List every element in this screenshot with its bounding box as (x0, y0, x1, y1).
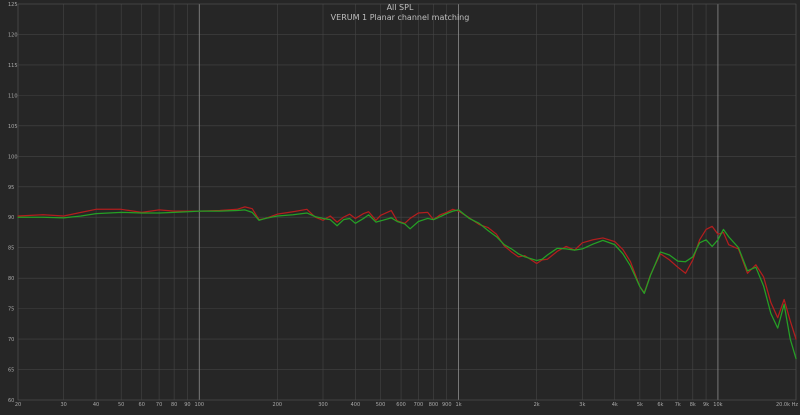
y-tick-label: 75 (8, 307, 14, 313)
y-tick-label: 105 (8, 124, 18, 130)
x-tick-label: 20 (15, 402, 21, 408)
x-tick-label: 200 (273, 402, 283, 408)
x-tick-label: 300 (318, 402, 328, 408)
x-tick-label: 6k (657, 402, 663, 408)
x-tick-label: 700 (414, 402, 424, 408)
x-tick-label: 5k (637, 402, 643, 408)
x-tick-label: 70 (156, 402, 162, 408)
y-tick-label: 125 (8, 2, 18, 8)
x-tick-label: 8k (690, 402, 696, 408)
frequency-response-chart: 60 65 70 75 80 85 90 95 100 105 110 115 120 125 20 30 40… (0, 0, 800, 415)
x-tick-label: 100 (194, 402, 204, 408)
y-tick-label: 110 (8, 93, 18, 99)
x-tick-label: 900 (442, 402, 452, 408)
chart-subtitle: VERUM 1 Planar channel matching (331, 13, 470, 22)
y-tick-label: 90 (8, 215, 14, 221)
x-tick-label: 50 (118, 402, 124, 408)
x-tick-label: 2k (534, 402, 540, 408)
x-tick-label: 40 (93, 402, 99, 408)
x-tick-label: 1k (456, 402, 462, 408)
y-tick-label: 120 (8, 32, 18, 38)
chart-title: All SPL (387, 3, 414, 12)
chart-canvas: 60 65 70 75 80 85 90 95 100 105 110 115 120 125 20 30 40… (0, 0, 800, 415)
y-tick-label: 85 (8, 246, 14, 252)
chart-background (0, 0, 800, 415)
y-tick-label: 60 (8, 398, 14, 404)
x-tick-label: 500 (376, 402, 386, 408)
x-tick-label: 20.0k Hz (776, 402, 798, 408)
x-tick-label: 7k (675, 402, 681, 408)
x-tick-label: 4k (612, 402, 618, 408)
x-tick-label: 800 (429, 402, 439, 408)
y-tick-label: 115 (8, 63, 18, 69)
x-tick-label: 400 (351, 402, 361, 408)
y-tick-label: 65 (8, 368, 14, 374)
y-tick-label: 95 (8, 185, 14, 191)
x-tick-label: 10k (713, 402, 722, 408)
x-tick-label: 90 (184, 402, 190, 408)
x-tick-label: 9k (703, 402, 709, 408)
y-tick-label: 70 (8, 337, 14, 343)
x-tick-label: 80 (171, 402, 177, 408)
y-tick-label: 80 (8, 276, 14, 282)
x-tick-label: 3k (579, 402, 585, 408)
x-tick-label: 30 (60, 402, 66, 408)
x-tick-label: 60 (139, 402, 145, 408)
y-tick-label: 100 (8, 154, 18, 160)
x-tick-label: 600 (396, 402, 406, 408)
